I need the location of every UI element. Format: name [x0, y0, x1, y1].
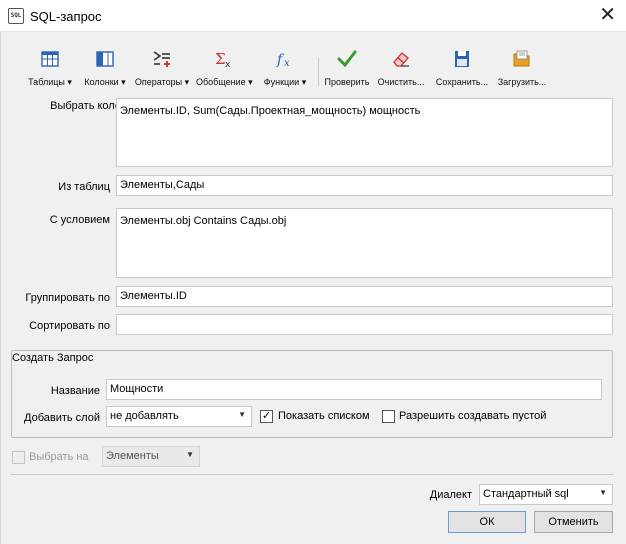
save-label: Сохранить...: [435, 77, 489, 87]
svg-text:x: x: [225, 60, 231, 70]
where-label: С условием: [49, 214, 110, 226]
select-on-select[interactable]: Элементы ▼: [102, 446, 200, 467]
toolbar-separator: [318, 58, 319, 86]
group-by-input[interactable]: Элементы.ID: [116, 286, 613, 307]
tables-button[interactable]: Таблицы ▾: [24, 48, 76, 90]
table-icon: [41, 51, 59, 67]
clear-button[interactable]: Очистить...: [376, 48, 426, 90]
from-tables-input[interactable]: Элементы,Сады: [116, 175, 613, 196]
select-on-label: Выбрать на: [29, 451, 89, 463]
show-as-list-label: Показать списком: [278, 410, 370, 422]
create-query-title: Создать Запрос: [12, 352, 94, 364]
operators-button[interactable]: Операторы ▾: [134, 48, 190, 90]
allow-empty-checkbox[interactable]: [382, 410, 395, 423]
title-bar: SQL SQL-запрос ✕: [0, 0, 626, 32]
sigma-icon: Σ x: [215, 50, 231, 70]
operators-label: Операторы: [134, 77, 183, 87]
add-layer-value: не добавлять: [110, 410, 179, 422]
sql-app-icon: SQL: [8, 8, 24, 24]
group-by-label: Группировать по: [25, 292, 110, 304]
tables-label: Таблицы: [28, 77, 65, 87]
window-title: SQL-запрос: [30, 9, 102, 24]
order-by-label: Сортировать по: [29, 320, 110, 332]
clear-label: Очистить...: [377, 77, 425, 87]
chevron-down-icon: ▼: [186, 450, 194, 459]
where-textarea[interactable]: Элементы.obj Contains Сады.obj: [116, 208, 613, 278]
query-name-label: Название: [50, 385, 100, 397]
save-button[interactable]: Сохранить...: [434, 48, 490, 90]
app-icon-text: SQL: [10, 12, 22, 19]
query-name-input[interactable]: Мощности: [106, 379, 602, 400]
chevron-down-icon: ▼: [238, 410, 246, 419]
select-columns-textarea[interactable]: Элементы.ID, Sum(Сады.Проектная_мощность…: [116, 98, 613, 167]
add-layer-select[interactable]: не добавлять ▼: [106, 406, 252, 427]
allow-empty-label: Разрешить создавать пустой: [399, 410, 547, 422]
dialect-value: Стандартный sql: [483, 488, 569, 500]
columns-icon: [96, 51, 114, 67]
select-on-checkbox[interactable]: [12, 451, 25, 464]
checkmark-icon: [337, 50, 357, 68]
load-label: Загрузить...: [497, 77, 547, 87]
columns-label: Колонки: [84, 77, 119, 87]
columns-button[interactable]: Колонки ▾: [80, 48, 130, 90]
functions-button[interactable]: f x Функции ▾: [260, 48, 310, 90]
cancel-button[interactable]: Отменить: [534, 511, 613, 533]
eraser-icon: [393, 52, 409, 67]
functions-label: Функции: [263, 77, 300, 87]
folder-open-icon: [513, 50, 530, 67]
order-by-input[interactable]: [116, 314, 613, 335]
dialect-label: Диалект: [429, 489, 472, 501]
aggregate-label: Обобщение: [196, 77, 246, 87]
add-layer-label: Добавить слой: [24, 412, 100, 424]
floppy-disk-icon: [455, 51, 469, 67]
ok-button[interactable]: ОК: [448, 511, 526, 533]
check-button[interactable]: Проверить: [324, 48, 370, 90]
divider: [11, 474, 613, 475]
chevron-down-icon: ▼: [599, 488, 607, 497]
operators-icon: [153, 51, 170, 67]
svg-text:x: x: [284, 58, 290, 69]
close-icon[interactable]: ✕: [599, 5, 616, 25]
show-as-list-checkbox[interactable]: ✓: [260, 410, 273, 423]
select-on-value: Элементы: [106, 450, 159, 462]
fx-icon: f x: [276, 52, 290, 69]
dialect-select[interactable]: Стандартный sql ▼: [479, 484, 613, 505]
load-button[interactable]: Загрузить...: [496, 48, 548, 90]
from-tables-label: Из таблиц: [58, 181, 110, 193]
check-label: Проверить: [324, 77, 370, 87]
aggregate-button[interactable]: Σ x Обобщение ▾: [196, 48, 253, 90]
